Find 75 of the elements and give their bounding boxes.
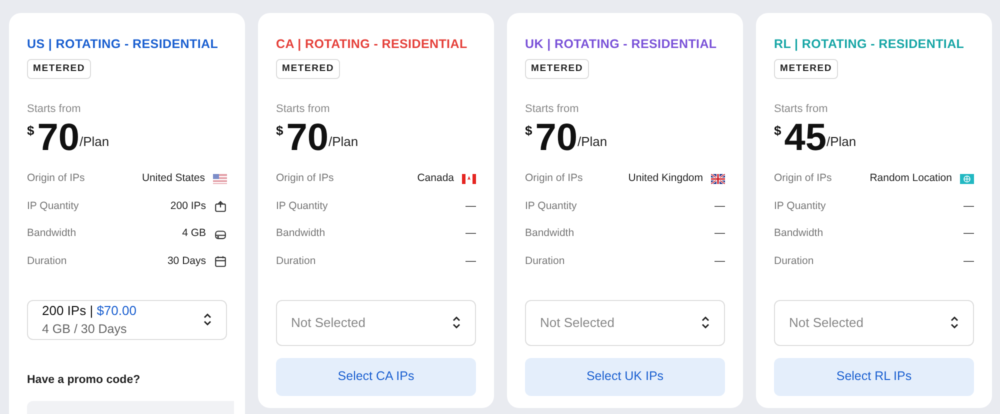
detail-value: 4 GB	[182, 226, 206, 242]
detail-value: —	[466, 226, 476, 242]
detail-label: Bandwidth	[774, 226, 824, 242]
promo-label: Have a promo code?	[27, 372, 142, 388]
metered-tag: METERED	[774, 58, 838, 79]
select-ips-button[interactable]: Select UK IPs	[525, 358, 725, 396]
detail-label: Origin of IPs	[774, 171, 832, 186]
plan-select[interactable]: Not Selected	[525, 300, 725, 346]
detail-value: United States	[142, 171, 205, 186]
chevrons-icon	[452, 316, 461, 329]
plan-title: US | ROTATING - RESIDENTIAL	[27, 36, 220, 53]
detail-label: Duration	[774, 254, 814, 269]
detail-value: —	[466, 198, 476, 214]
metered-tag: METERED	[525, 58, 590, 79]
canada-flag-icon	[462, 174, 476, 184]
detail-value: —	[714, 254, 725, 269]
plan-unit: /Plan	[80, 132, 110, 150]
plan-unit: /Plan	[826, 132, 856, 150]
uk-flag-icon	[711, 174, 725, 184]
detail-label: Bandwidth	[525, 226, 574, 242]
detail-label: Duration	[276, 254, 316, 269]
detail-label: Origin of IPs	[525, 171, 583, 186]
plan-select[interactable]: Not Selected	[276, 300, 476, 346]
plan-price: 45	[784, 118, 827, 158]
detail-value: 200 IPs	[170, 198, 206, 214]
us-flag-icon	[213, 174, 227, 184]
globe-icon	[960, 174, 974, 184]
detail-label: IP Quantity	[276, 198, 328, 214]
currency-sign: $	[27, 122, 34, 140]
currency-sign: $	[276, 122, 284, 140]
metered-tag: METERED	[27, 58, 92, 79]
detail-value: Canada	[417, 171, 454, 186]
detail-label: IP Quantity	[525, 198, 577, 214]
detail-value: —	[964, 254, 974, 269]
starts-from-label: Starts from	[774, 102, 829, 117]
plan-unit: /Plan	[578, 132, 608, 150]
chevrons-icon	[203, 313, 212, 326]
plan-select[interactable]: 200 IPs | $70.00 4 GB / 30 Days	[27, 300, 227, 340]
select-ips-button[interactable]: Select RL IPs	[774, 358, 974, 396]
hard-drive-icon	[214, 228, 227, 241]
calendar-icon	[214, 255, 227, 268]
detail-label: IP Quantity	[27, 198, 79, 214]
detail-label: Duration	[525, 254, 565, 269]
currency-sign: $	[774, 122, 782, 140]
detail-value: United Kingdom	[628, 171, 703, 186]
detail-label: Duration	[27, 254, 67, 269]
detail-label: IP Quantity	[774, 198, 826, 214]
detail-value: —	[964, 198, 974, 214]
chevrons-icon	[701, 316, 710, 329]
starts-from-label: Starts from	[276, 102, 331, 117]
chevrons-icon	[950, 316, 959, 329]
detail-value: —	[964, 226, 974, 242]
plan-title: RL | ROTATING - RESIDENTIAL	[774, 36, 966, 53]
plan-price: 70	[535, 118, 578, 158]
detail-label: Origin of IPs	[276, 171, 334, 186]
starts-from-label: Starts from	[27, 102, 82, 117]
detail-value: —	[714, 226, 725, 242]
detail-label: Bandwidth	[27, 226, 76, 242]
plan-price: 70	[286, 118, 329, 158]
upload-box-icon	[214, 200, 227, 214]
detail-value: —	[714, 198, 725, 214]
currency-sign: $	[525, 122, 532, 140]
select-ips-button[interactable]: Select CA IPs	[276, 358, 476, 396]
plan-unit: /Plan	[328, 132, 358, 150]
detail-value: —	[466, 254, 476, 269]
plan-title: CA | ROTATING - RESIDENTIAL	[276, 36, 468, 53]
detail-label: Origin of IPs	[27, 171, 85, 186]
metered-tag: METERED	[276, 58, 340, 79]
plan-price: 70	[37, 118, 80, 158]
plan-select[interactable]: Not Selected	[774, 300, 974, 346]
detail-label: Bandwidth	[276, 226, 326, 242]
starts-from-label: Starts from	[525, 102, 580, 117]
plan-title: UK | ROTATING - RESIDENTIAL	[525, 36, 718, 53]
detail-value: 30 Days	[167, 254, 206, 269]
detail-value: Random Location	[870, 171, 952, 186]
